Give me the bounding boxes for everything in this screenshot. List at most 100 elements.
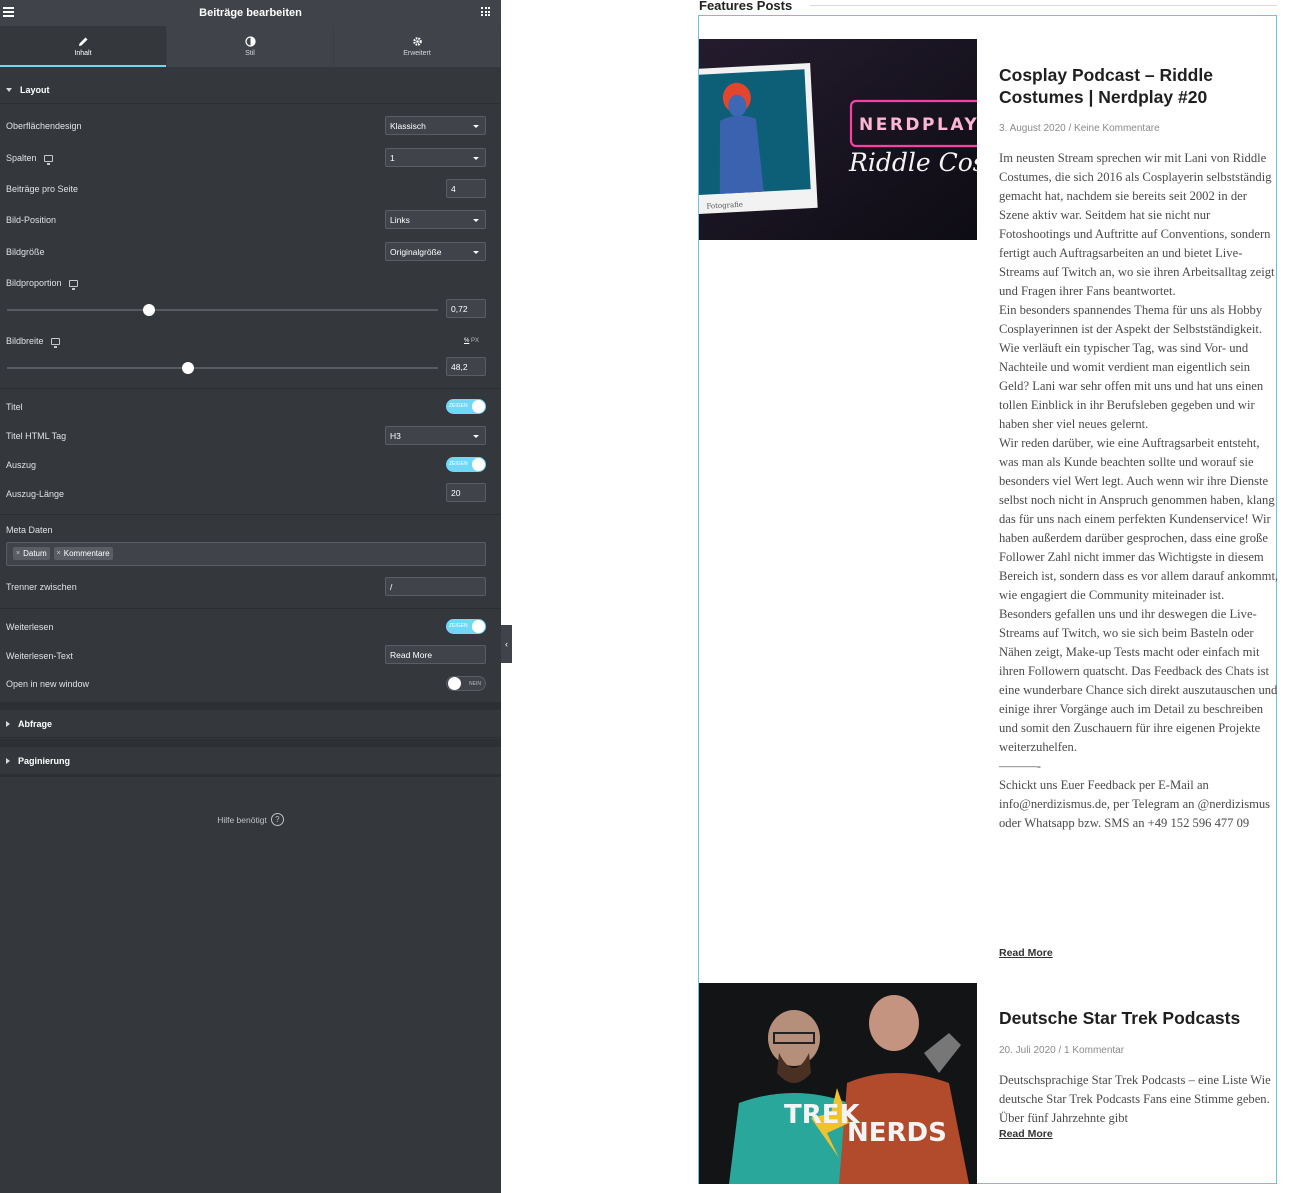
- editor-panel: Beiträge bearbeiten Inhalt Stil Erweiter…: [0, 0, 501, 1193]
- image-position-select[interactable]: Links: [385, 210, 486, 229]
- columns-select[interactable]: 1: [385, 148, 486, 167]
- section-query-header[interactable]: Abfrage: [0, 710, 501, 738]
- title-tag-select[interactable]: H3: [385, 426, 486, 445]
- post-thumbnail[interactable]: TREK NERDS: [699, 983, 977, 1184]
- question-icon: ?: [270, 813, 284, 826]
- posts-per-page-input[interactable]: 4: [446, 179, 486, 198]
- cosplay-image: Fotografie NERDPLAY Riddle Costum: [699, 39, 977, 240]
- image-width-knob[interactable]: [182, 362, 195, 374]
- desktop-icon[interactable]: [50, 337, 60, 348]
- tab-erweitert[interactable]: Erweitert: [334, 26, 501, 67]
- tab-inhalt[interactable]: Inhalt: [0, 26, 167, 67]
- collapse-panel-button[interactable]: ‹: [501, 625, 512, 663]
- section-gap: [0, 702, 501, 710]
- desktop-icon[interactable]: [68, 279, 78, 290]
- toggle-knob: [472, 620, 485, 633]
- title-toggle[interactable]: ZEIGEN: [446, 399, 486, 414]
- new-window-toggle[interactable]: NEIN: [446, 676, 486, 691]
- section-title: Features Posts: [699, 0, 793, 13]
- toggle-label: ZEIGEN: [449, 461, 468, 467]
- post-title[interactable]: Cosplay Podcast – Riddle Costumes | Nerd…: [999, 64, 1259, 108]
- toggle-label: ZEIGEN: [449, 403, 468, 409]
- post-meta: 3. August 2020 / Keine Kommentare: [999, 123, 1160, 134]
- image-ratio-label: Bildproportion: [6, 278, 62, 288]
- new-window-label: Open in new window: [6, 679, 90, 689]
- post-excerpt: Im neusten Stream sprechen wir mit Lani …: [999, 151, 1279, 830]
- help-link[interactable]: Hilfe benötigt ?: [0, 813, 501, 826]
- post-thumbnail[interactable]: Fotografie NERDPLAY Riddle Costum: [699, 39, 977, 240]
- panel-title: Beiträge bearbeiten: [199, 7, 302, 19]
- image-width-input[interactable]: 48,2: [446, 357, 486, 376]
- read-more-text-label: Weiterlesen-Text: [6, 651, 73, 661]
- title-underline: [810, 5, 1277, 6]
- image-position-label: Bild-Position: [6, 215, 57, 225]
- unit-switcher: % PX: [464, 338, 479, 344]
- image-size-select[interactable]: Originalgröße: [385, 242, 486, 261]
- meta-tag-kommentare[interactable]: × Kommentare: [53, 547, 113, 560]
- title-label: Titel: [6, 402, 23, 412]
- image-ratio-input[interactable]: 0,72: [446, 299, 486, 318]
- posts-per-page-label: Beiträge pro Seite: [6, 184, 79, 194]
- help-text: Hilfe benötigt: [217, 814, 267, 825]
- tab-label: Erweitert: [403, 50, 431, 57]
- image-ratio-knob[interactable]: [143, 304, 156, 316]
- toggle-label: ZEIGEN: [449, 623, 468, 629]
- section-layout-header[interactable]: Layout: [0, 76, 501, 104]
- preview-canvas: Features Posts Fotografie NERDPLAY Riddl…: [512, 0, 1290, 1193]
- read-more-link[interactable]: Read More: [999, 947, 1053, 959]
- image-text-riddle: Riddle Costum: [848, 148, 977, 177]
- meta-data-select[interactable]: × Datum × Kommentare: [6, 542, 486, 566]
- meta-tag-datum[interactable]: × Datum: [13, 547, 50, 560]
- toggle-knob: [472, 458, 485, 471]
- trek-nerds-image: TREK NERDS: [699, 983, 977, 1184]
- caret-right-icon: [6, 757, 10, 764]
- image-ratio-row: Bildproportion: [6, 278, 78, 290]
- section-title: Abfrage: [18, 718, 53, 729]
- read-more-label: Weiterlesen: [6, 622, 54, 632]
- section-pagination-header[interactable]: Paginierung: [0, 747, 501, 775]
- widgets-grid-icon[interactable]: [481, 7, 490, 16]
- tab-stil[interactable]: Stil: [167, 26, 334, 67]
- meta-data-label: Meta Daten: [6, 525, 53, 535]
- surface-design-label: Oberflächendesign: [6, 121, 82, 131]
- unit-px[interactable]: PX: [471, 338, 479, 344]
- excerpt-label: Auszug: [6, 460, 37, 470]
- desktop-icon[interactable]: [43, 154, 53, 165]
- post-meta: 20. Juli 2020 / 1 Kommentar: [999, 1045, 1125, 1056]
- image-text-nerds: NERDS: [847, 1118, 947, 1148]
- tab-label: Stil: [245, 50, 255, 57]
- panel-tabs: Inhalt Stil Erweitert: [0, 26, 501, 67]
- tag-label: Datum: [23, 549, 47, 558]
- tag-label: Kommentare: [63, 549, 110, 558]
- section-title: Layout: [20, 84, 50, 95]
- image-ratio-slider[interactable]: [7, 304, 438, 316]
- separator-input[interactable]: /: [385, 577, 486, 596]
- toggle-label: NEIN: [469, 681, 481, 687]
- post-title[interactable]: Deutsche Star Trek Podcasts: [999, 1007, 1259, 1029]
- excerpt-length-label: Auszug-Länge: [6, 489, 65, 499]
- gear-icon: [412, 37, 422, 46]
- divider: [0, 608, 501, 609]
- remove-icon[interactable]: ×: [16, 550, 20, 557]
- image-size-label: Bildgröße: [6, 247, 45, 257]
- hamburger-menu-icon[interactable]: [3, 7, 14, 17]
- pencil-icon: [78, 37, 87, 46]
- contrast-icon: [244, 36, 256, 47]
- excerpt-toggle[interactable]: ZEIGEN: [446, 457, 486, 472]
- unit-percent[interactable]: %: [464, 338, 469, 344]
- chevron-left-icon: ‹: [505, 639, 508, 649]
- read-more-toggle[interactable]: ZEIGEN: [446, 619, 486, 634]
- section-gap: [0, 739, 501, 747]
- toggle-knob: [448, 677, 461, 690]
- read-more-text-input[interactable]: Read More: [385, 645, 486, 664]
- surface-design-select[interactable]: Klassisch: [385, 116, 486, 135]
- read-more-link[interactable]: Read More: [999, 1128, 1053, 1140]
- panel-header: Beiträge bearbeiten: [0, 0, 501, 26]
- section-gap: [0, 775, 501, 777]
- excerpt-length-input[interactable]: 20: [446, 483, 486, 502]
- tab-label: Inhalt: [74, 50, 92, 57]
- caret-right-icon: [6, 720, 10, 727]
- toggle-knob: [472, 400, 485, 413]
- remove-icon[interactable]: ×: [57, 550, 61, 557]
- image-width-slider[interactable]: [7, 362, 438, 374]
